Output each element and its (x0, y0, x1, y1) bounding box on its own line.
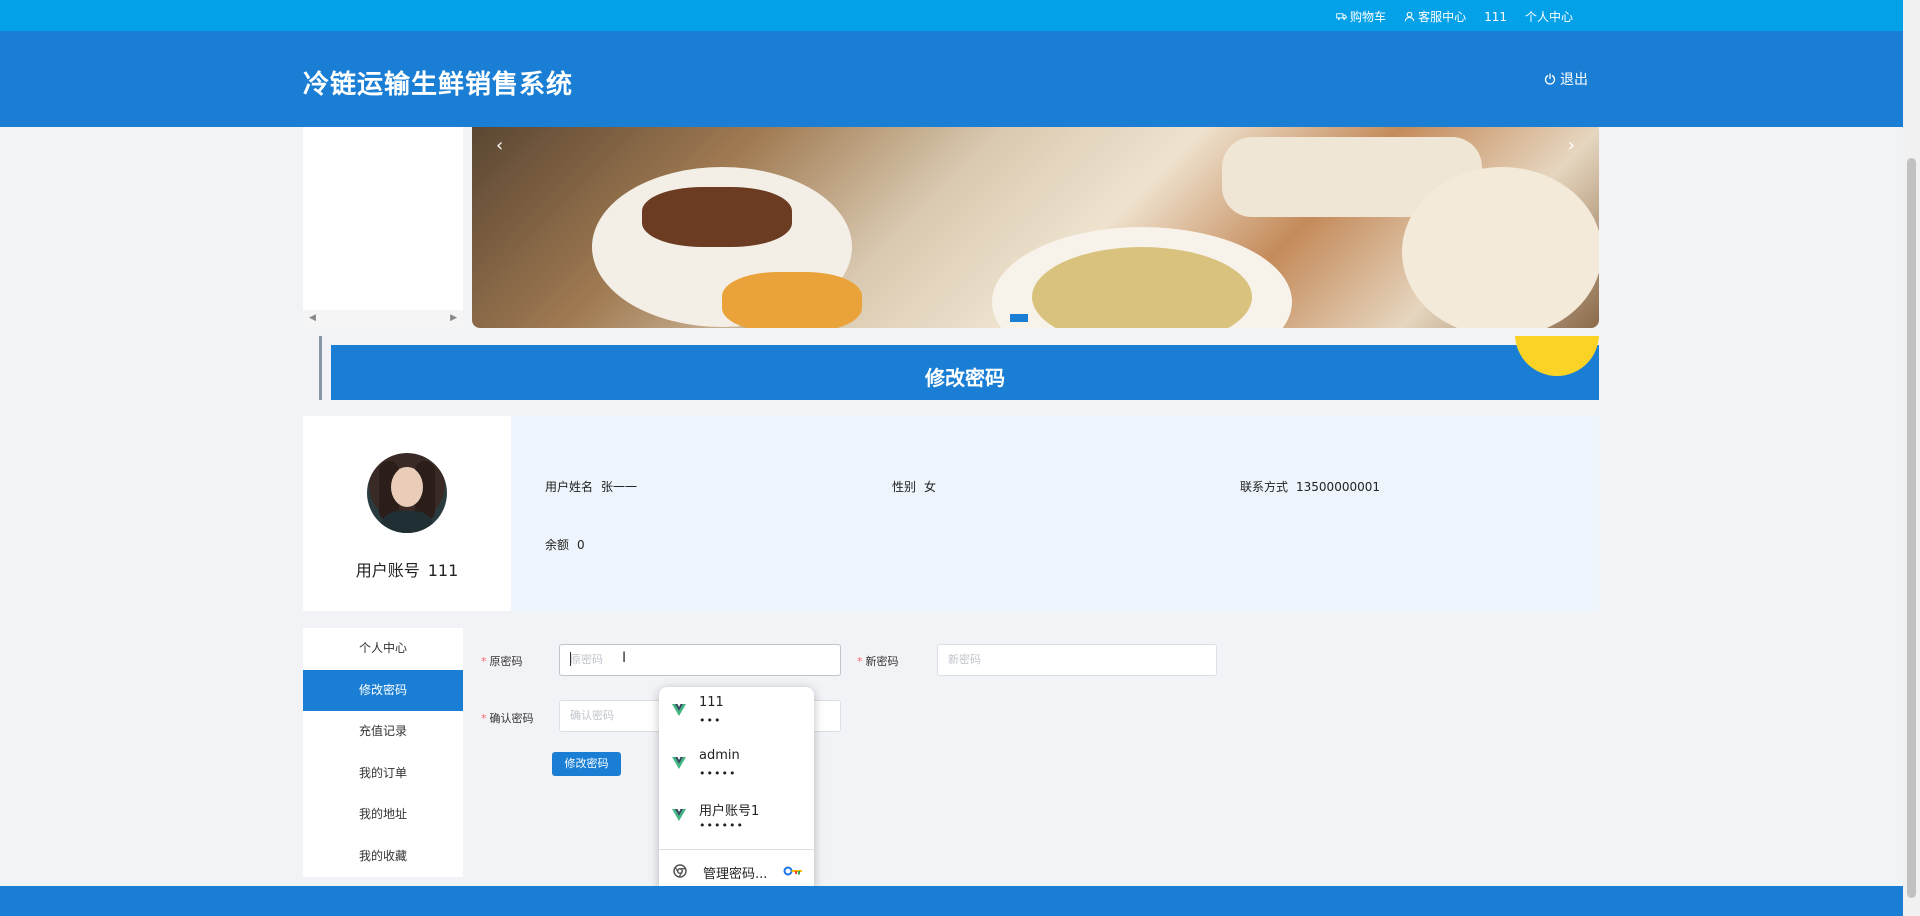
new-password-input[interactable]: 新密码 (937, 644, 1217, 676)
vue-logo-icon (672, 704, 686, 716)
balance-label: 余额 (545, 538, 570, 552)
section-title-bar: 修改密码 (331, 345, 1599, 400)
balance-field: 余额 0 (545, 536, 585, 553)
credential-username: 用户账号1 (699, 804, 760, 819)
left-banner-panel (303, 127, 463, 310)
section-title: 修改密码 (925, 366, 1005, 390)
name-label: 用户姓名 (545, 480, 594, 494)
scroll-left-arrow-icon[interactable]: ◀ (309, 313, 316, 323)
menu-item-my-favorites[interactable]: 我的收藏 (303, 835, 463, 877)
contact-label: 联系方式 (1240, 480, 1289, 494)
user-card: 用户账号 111 (303, 416, 511, 611)
section-decoration-circle (1515, 336, 1599, 376)
carousel-next-button[interactable]: › (1568, 135, 1575, 156)
vue-logo-icon (672, 809, 686, 821)
avatar (367, 453, 447, 533)
menu-item-my-addresses[interactable]: 我的地址 (303, 794, 463, 836)
credential-password-mask: •••••• (699, 819, 744, 832)
old-password-label: * 原密码 (481, 655, 523, 668)
top-bar: 购物车 客服中心 111 个人中心 (0, 0, 1903, 31)
name-field: 用户姓名 张一一 (545, 478, 637, 495)
steak-shape (642, 187, 792, 247)
balance-value: 0 (577, 538, 585, 552)
gender-field: 性别女 (892, 478, 936, 495)
user-icon (1404, 11, 1415, 22)
truck-icon (1336, 13, 1347, 20)
credential-password-mask: ••• (699, 714, 722, 727)
credential-username: 111 (699, 695, 724, 710)
banner-carousel[interactable]: ‹ › (472, 127, 1599, 328)
logout-label: 退出 (1560, 72, 1588, 88)
manage-passwords-label: 管理密码... (703, 867, 768, 882)
menu-item-my-orders[interactable]: 我的订单 (303, 752, 463, 794)
left-panel-scrollbar[interactable]: ◀ ▶ (303, 310, 463, 327)
password-autofill-popup: 111 ••• admin ••••• 用户账号1 •••••• 管理密码... (659, 687, 814, 893)
confirm-password-label: * 确认密码 (481, 712, 534, 725)
cart-link[interactable]: 购物车 (1336, 8, 1386, 25)
service-label: 客服中心 (1418, 10, 1467, 24)
section-accent-line (319, 336, 322, 400)
site-header: 冷链运输生鲜销售系统 退出 (0, 31, 1903, 127)
gender-value: 女 (924, 480, 937, 494)
top-links: 购物车 客服中心 111 个人中心 (1336, 8, 1573, 25)
page-scrollbar[interactable] (1903, 0, 1920, 916)
cart-label: 购物车 (1350, 10, 1387, 24)
saved-credential-item[interactable]: admin ••••• (659, 740, 814, 792)
key-icon (783, 866, 802, 876)
account-label: 用户账号 (355, 561, 420, 580)
saved-credential-item[interactable]: 111 ••• (659, 687, 814, 739)
username-link[interactable]: 111 (1484, 8, 1507, 25)
power-icon (1544, 73, 1556, 85)
credential-username: admin (699, 748, 740, 763)
saved-credential-item[interactable]: 用户账号1 •••••• (659, 792, 814, 844)
site-footer (0, 886, 1903, 916)
vue-logo-icon (672, 757, 686, 769)
decorated-bowl-shape (1402, 167, 1599, 328)
side-menu: 个人中心 修改密码 充值记录 我的订单 我的地址 我的收藏 (303, 628, 463, 877)
contact-value: 13500000001 (1296, 480, 1380, 494)
new-password-label: * 新密码 (857, 655, 899, 668)
service-link[interactable]: 客服中心 (1404, 8, 1466, 25)
submit-change-password-button[interactable]: 修改密码 (552, 752, 621, 776)
menu-item-personal-center[interactable]: 个人中心 (303, 628, 463, 670)
old-password-input[interactable]: 原密码 (559, 644, 841, 676)
carousel-prev-button[interactable]: ‹ (496, 135, 503, 156)
carousel-indicator[interactable] (1010, 314, 1028, 322)
chrome-icon (673, 864, 687, 878)
scroll-right-arrow-icon[interactable]: ▶ (450, 313, 457, 323)
account-line: 用户账号 111 (303, 557, 511, 581)
text-caret (570, 652, 571, 666)
menu-item-change-password[interactable]: 修改密码 (303, 669, 463, 711)
contact-field: 联系方式 13500000001 (1240, 478, 1380, 495)
account-value: 111 (427, 561, 459, 580)
name-value: 张一一 (601, 480, 638, 494)
menu-item-recharge-records[interactable]: 充值记录 (303, 711, 463, 753)
user-info-panel: 用户姓名 张一一 性别女 联系方式 13500000001 余额 0 (511, 416, 1599, 611)
ibeam-cursor-icon: I (622, 650, 627, 666)
credential-password-mask: ••••• (699, 767, 737, 780)
site-title: 冷链运输生鲜销售系统 (303, 70, 574, 100)
salad-shape (722, 272, 862, 328)
logout-button[interactable]: 退出 (1544, 69, 1588, 89)
personal-center-link[interactable]: 个人中心 (1525, 8, 1573, 25)
gender-label: 性别 (892, 480, 917, 494)
scrollbar-thumb[interactable] (1907, 158, 1916, 898)
